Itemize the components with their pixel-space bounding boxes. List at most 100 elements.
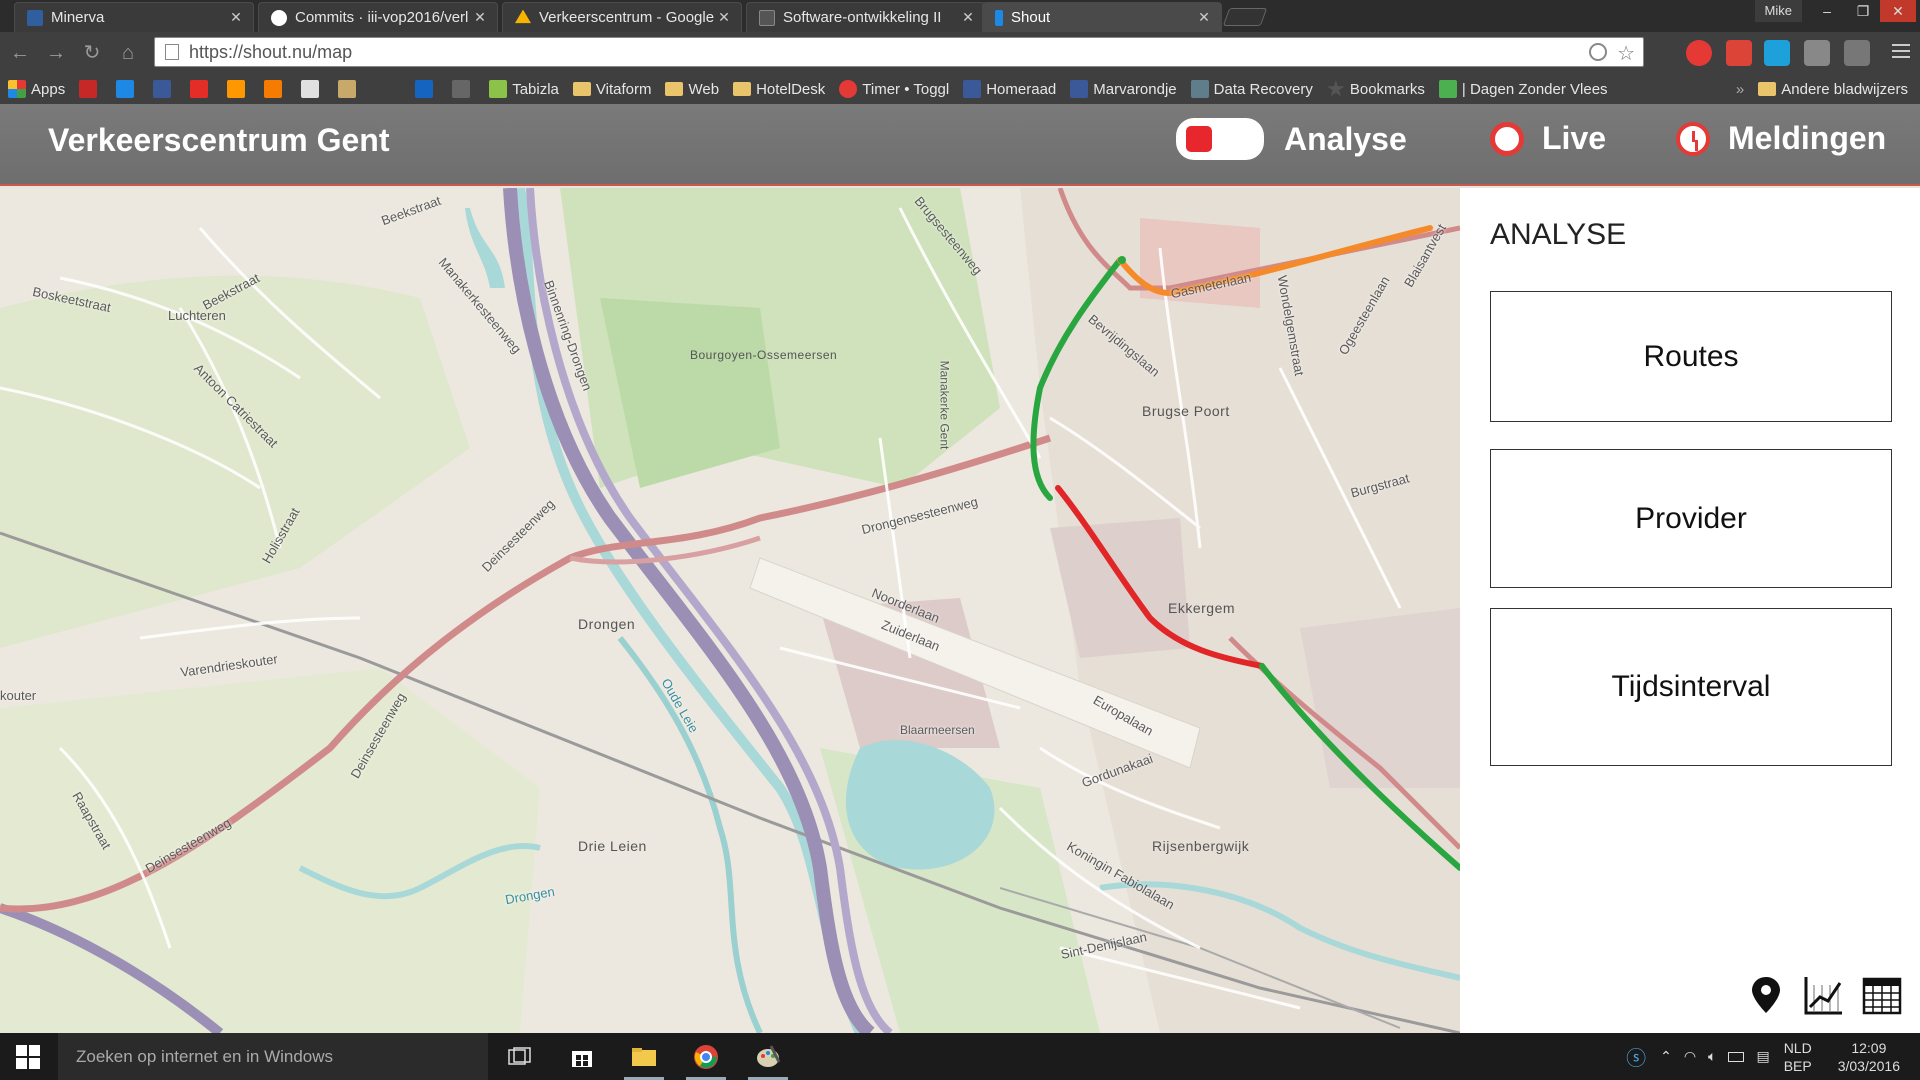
bookmark-data-recovery[interactable]: Data Recovery	[1190, 80, 1313, 98]
provider-button[interactable]: Provider	[1490, 449, 1892, 588]
bookmark-icon-10[interactable]	[452, 80, 475, 98]
bookmark-label: Timer • Toggl	[862, 80, 950, 98]
bookmark-toggl[interactable]: Timer • Toggl	[839, 80, 949, 98]
address-bar[interactable]: https://shout.nu/map ☆	[154, 37, 1644, 67]
skype-icon[interactable]: ⓢ	[1626, 1042, 1646, 1071]
routes-button[interactable]: Routes	[1490, 291, 1892, 422]
extension-gray2-icon[interactable]	[1844, 40, 1870, 66]
bookmark-label: Bookmarks	[1349, 80, 1425, 98]
tab-label: Commits · iii-vop2016/verl	[295, 9, 469, 26]
bookmarks-bar: Apps Tabizla Vitaform Web HotelDesk Time…	[0, 74, 1920, 104]
bookmark-tabizla[interactable]: Tabizla	[489, 80, 559, 98]
new-tab-button[interactable]	[1222, 8, 1268, 26]
bookmark-bookmarks[interactable]: Bookmarks	[1327, 80, 1425, 98]
bookmark-icon-7[interactable]	[301, 80, 324, 98]
back-arrow-icon[interactable]: ←	[8, 41, 32, 65]
folder-icon	[665, 82, 684, 96]
nav-meldingen[interactable]: Meldingen	[1676, 120, 1886, 157]
bookmark-icon-3[interactable]	[153, 80, 176, 98]
bookmark-hoteldesk[interactable]: HotelDesk	[733, 81, 825, 98]
bookmark-icon-4[interactable]	[190, 80, 213, 98]
bookmark-favicon-icon	[1438, 80, 1457, 98]
app-header: Verkeerscentrum Gent Analyse Live Meldin…	[0, 104, 1920, 186]
youtube-icon	[190, 80, 209, 98]
close-icon[interactable]: ✕	[717, 9, 731, 26]
chart-icon[interactable]	[1804, 975, 1844, 1015]
tab-shout[interactable]: Shout ✕	[982, 2, 1222, 32]
close-icon[interactable]: ✕	[229, 9, 243, 26]
reload-icon[interactable]: ↻	[80, 41, 104, 65]
bookmark-marvarondje[interactable]: Marvarondje	[1070, 80, 1177, 98]
mail-icon	[116, 80, 135, 98]
tab-minerva[interactable]: Minerva ✕	[14, 2, 254, 32]
bookmark-dagen-zonder-vlees[interactable]: | Dagen Zonder Vlees	[1438, 80, 1608, 98]
extension-red-icon[interactable]	[1686, 40, 1712, 66]
windows-search-box[interactable]: Zoeken op internet en in Windows	[58, 1033, 488, 1080]
battery-icon[interactable]	[1728, 1051, 1745, 1062]
extension-gray-icon[interactable]	[1804, 40, 1830, 66]
tab-google-maps[interactable]: Verkeerscentrum - Google ✕	[502, 2, 742, 32]
map-view[interactable]: Beekstraat Boskeetstraat Beekstraat Luch…	[0, 188, 1460, 1033]
nav-live[interactable]: Live	[1490, 120, 1606, 157]
nav-label: Analyse	[1284, 120, 1407, 157]
volume-icon[interactable]: 🔈︎	[1708, 1048, 1716, 1065]
close-icon[interactable]: ✕	[473, 9, 487, 26]
bookmark-icon-2[interactable]	[116, 80, 139, 98]
bookmark-icon-5[interactable]	[227, 80, 250, 98]
url-text: https://shout.nu/map	[189, 41, 353, 62]
bookmark-favicon-icon	[79, 80, 98, 98]
bookmark-icon-9[interactable]	[415, 80, 438, 98]
file-explorer-icon[interactable]	[624, 1039, 664, 1080]
bookmark-apps[interactable]: Apps	[8, 80, 65, 98]
tijdsinterval-button[interactable]: Tijdsinterval	[1490, 608, 1892, 766]
bookmark-star-icon[interactable]: ☆	[1617, 41, 1635, 66]
bookmark-web[interactable]: Web	[665, 81, 719, 98]
bookmark-icon-1[interactable]	[79, 80, 102, 98]
toggl-icon	[839, 80, 858, 98]
home-icon[interactable]: ⌂	[116, 41, 140, 65]
tab-software[interactable]: Software-ontwikkeling II ✕	[746, 2, 986, 32]
close-icon[interactable]: ✕	[1197, 9, 1211, 26]
windows-start-icon[interactable]	[16, 1045, 40, 1069]
task-view-icon[interactable]	[500, 1039, 540, 1075]
wifi-icon[interactable]: ◠	[1684, 1048, 1696, 1065]
maximize-button[interactable]: ❐	[1846, 0, 1880, 22]
menu-icon[interactable]	[1892, 44, 1910, 62]
tab-commits[interactable]: Commits · iii-vop2016/verl ✕	[258, 2, 498, 32]
minimize-button[interactable]: ‒	[1810, 0, 1844, 22]
soundcloud-icon	[227, 80, 246, 98]
nav-label: Live	[1542, 120, 1607, 156]
extension-todoist-icon[interactable]	[1726, 40, 1752, 66]
profile-button[interactable]: Mike	[1754, 0, 1802, 22]
paint-icon[interactable]	[748, 1039, 788, 1080]
bookmark-favicon-icon	[452, 80, 471, 98]
tab-label: Software-ontwikkeling II	[783, 9, 942, 26]
bookmark-other[interactable]: » Andere bladwijzers	[1736, 74, 1908, 104]
bookmark-vitaform[interactable]: Vitaform	[572, 80, 652, 98]
clock[interactable]: 12:09 3/03/2016	[1838, 1039, 1900, 1075]
tab-label: Shout	[1011, 9, 1051, 26]
calendar-icon[interactable]	[1862, 975, 1902, 1015]
bookmark-icon-6[interactable]	[264, 80, 287, 98]
forward-arrow-icon[interactable]: →	[44, 41, 68, 65]
toggle-icon	[1176, 118, 1264, 160]
bookmark-icon-8[interactable]	[338, 80, 361, 98]
chrome-icon[interactable]	[686, 1039, 726, 1080]
bookmark-label: | Dagen Zonder Vlees	[1461, 80, 1608, 98]
bookmark-label: Homeraad	[986, 80, 1057, 98]
bookmark-label: Vitaform	[595, 80, 652, 98]
store-icon[interactable]	[562, 1039, 602, 1075]
language-indicator[interactable]: NLD BEP	[1784, 1039, 1812, 1075]
bookmark-homeraad[interactable]: Homeraad	[963, 80, 1056, 98]
chevron-up-icon[interactable]: ⌃	[1660, 1048, 1672, 1065]
map-pin-icon[interactable]	[1746, 975, 1786, 1015]
bookmark-label: Apps	[31, 80, 66, 98]
close-window-button[interactable]: ✕	[1880, 0, 1916, 22]
action-center-icon[interactable]: ▤	[1756, 1048, 1769, 1065]
extension-m-icon[interactable]	[1764, 40, 1790, 66]
trello-icon	[415, 80, 434, 98]
nav-analyse[interactable]: Analyse	[1176, 118, 1407, 160]
close-icon[interactable]: ✕	[961, 9, 975, 26]
location-icon[interactable]	[1589, 43, 1607, 61]
browser-toolbar: ← → ↻ ⌂ https://shout.nu/map ☆	[0, 32, 1920, 74]
